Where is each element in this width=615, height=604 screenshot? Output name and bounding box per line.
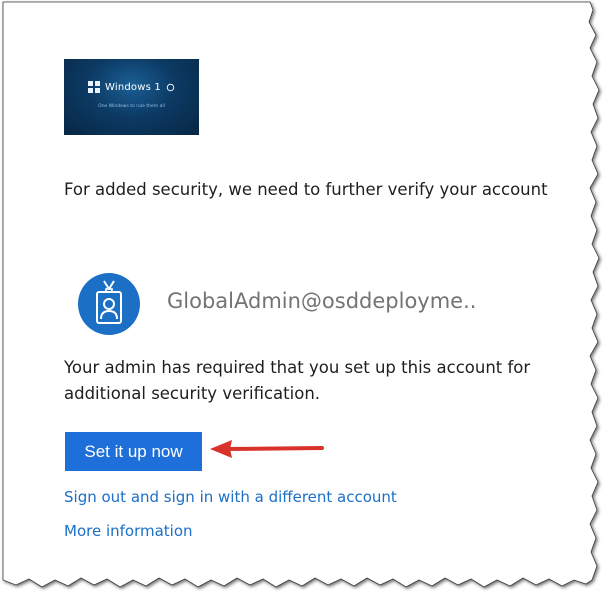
windows-logo-icon — [88, 81, 100, 93]
screenshot-stage: Windows 1 One Windows to rule them all F… — [0, 0, 615, 604]
logo-title: Windows 1 — [105, 81, 161, 93]
id-badge-icon — [96, 280, 122, 324]
verification-message: Your admin has required that you set up … — [64, 358, 531, 403]
more-information-link[interactable]: More information — [64, 522, 193, 540]
red-arrow-icon — [210, 440, 324, 458]
account-avatar — [78, 273, 140, 335]
page-title: For added security, we need to further v… — [64, 180, 548, 199]
logo-tagline: One Windows to rule them all — [98, 104, 165, 109]
logo-row: Windows 1 — [64, 81, 199, 93]
set-it-up-now-button[interactable]: Set it up now — [65, 432, 202, 471]
account-name: GlobalAdmin@osddeployme.. — [167, 289, 477, 313]
logo-ring-icon — [166, 83, 175, 91]
windows-10-logo: Windows 1 One Windows to rule them all — [64, 59, 199, 135]
sign-out-link[interactable]: Sign out and sign in with a different ac… — [64, 488, 397, 506]
